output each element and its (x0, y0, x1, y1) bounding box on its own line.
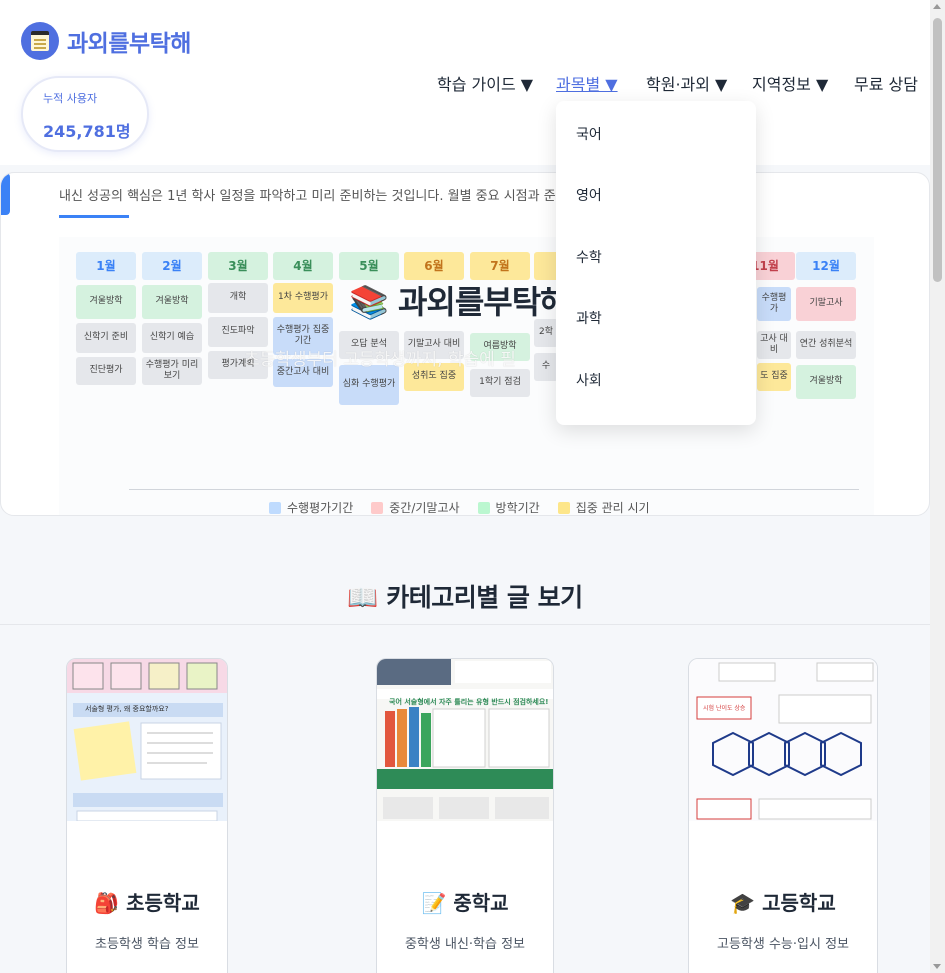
legend-swatch (477, 501, 490, 514)
section-title: 📖 카테고리별 글 보기 (347, 583, 583, 612)
legend-item: 방학기간 (477, 499, 540, 515)
calendar-cell: 신학기 예습 (142, 323, 202, 353)
card-description: 초등학생 학습 정보 (95, 937, 199, 952)
legend-label: 방학기간 (495, 501, 540, 515)
calendar-month: 12월 (796, 252, 856, 280)
hero-intro-text: 내신 성공의 핵심은 1년 학사 일정을 파악하고 미리 준비하는 것입니다. … (59, 189, 584, 204)
site-logo[interactable]: 과외를부탁해 (21, 22, 191, 60)
calendar-cell: 개학 (208, 283, 268, 313)
dropdown-item-science[interactable]: 과학 (576, 308, 602, 328)
legend-item: 집중 관리 시기 (557, 499, 650, 515)
calendar-cell: 겨울방학 (142, 285, 202, 319)
legend-label: 집중 관리 시기 (575, 501, 650, 515)
calendar-cell: 기말고사 (796, 287, 856, 321)
dropdown-item-korean[interactable]: 국어 (576, 124, 602, 144)
user-count-badge: 누적 사용자 245,781명 (21, 76, 149, 152)
calendar-cell: 수 (534, 353, 558, 381)
elementary-thumbnail-art (67, 659, 227, 821)
calendar-cell: 도 집중 (757, 363, 791, 391)
legend-swatch (269, 501, 281, 514)
calendar-cell: 1학기 점검 (470, 369, 530, 397)
scrollbar-thumb[interactable] (933, 18, 942, 282)
hero-accent-bar (1, 173, 10, 215)
nav-academy-tutoring[interactable]: 학원·과외 ▼ (646, 71, 727, 95)
page-scrollbar[interactable] (930, 0, 945, 973)
calendar-cell: 심화 수행평가 (339, 365, 399, 405)
calendar-cell: 고사 대비 (757, 331, 791, 359)
card-thumbnail: 국어 서술형에서 자주 틀리는 유형 반드시 점검하세요! (377, 659, 553, 821)
hero-banner: 내신 성공의 핵심은 1년 학사 일정을 파악하고 미리 준비하는 것입니다. … (0, 172, 930, 516)
nav-free-consult[interactable]: 무료 상담 (854, 71, 918, 95)
card-thumbnail: 시험 난이도 상승 (689, 659, 877, 821)
site-header: 과외를부탁해 누적 사용자 245,781명 학습 가이드 ▼ 과목별 ▼ 학원… (0, 0, 930, 165)
category-card-elementary[interactable]: 서술형 평가, 왜 중요할까요? 🎒 초등학교 초등학생 학습 정보 (66, 658, 228, 973)
card-thumbnail: 서술형 평가, 왜 중요할까요? (67, 659, 227, 821)
calendar-cell: 2학 (534, 319, 558, 347)
card-title: 🎓 고등학교 (730, 891, 836, 915)
calendar-month: 3월 (208, 252, 268, 280)
calendar-month: 5월 (339, 252, 399, 280)
calendar-cell: 신학기 준비 (76, 323, 136, 353)
dropdown-item-english[interactable]: 영어 (576, 185, 602, 205)
calendar-cell: 연간 성취분석 (796, 331, 856, 359)
calendar-cell: 진단평가 (76, 357, 136, 385)
calendar-cell: 겨울방학 (76, 285, 136, 319)
legend-item: 중간/기말고사 (371, 499, 460, 515)
thumbnail-heading: 국어 서술형에서 자주 틀리는 유형 반드시 점검하세요! (389, 698, 549, 706)
dropdown-item-social[interactable]: 사회 (576, 370, 602, 390)
calendar-month: 4월 (273, 252, 333, 280)
calendar-cell: 수행평가 (757, 287, 791, 321)
calendar-month: 1월 (76, 252, 136, 280)
calendar-legend: 수행평가기간 중간/기말고사 방학기간 집중 관리 시기 (269, 499, 650, 515)
legend-swatch (371, 501, 384, 514)
calendar-cell: 수행평가 미리 보기 (142, 357, 202, 385)
middle-thumbnail-art (377, 659, 553, 819)
calendar-cell: 진도파악 (208, 317, 268, 347)
logo-icon (21, 22, 59, 60)
nav-subjects[interactable]: 과목별 ▼ (556, 71, 618, 95)
nav-study-guide[interactable]: 학습 가이드 ▼ (437, 71, 533, 95)
calendar-cell: 1차 수행평가 (273, 283, 333, 313)
logo-text: 과외를부탁해 (67, 31, 191, 57)
hero-subtitle: 초등학생부터 고등학생까지, 학습에 필 (244, 350, 516, 370)
card-title: 📝 중학교 (421, 891, 509, 915)
calendar-cell: 겨울방학 (796, 365, 856, 399)
calendar-month: 2월 (142, 252, 202, 280)
thumbnail-heading: 시험 난이도 상승 (703, 705, 746, 712)
legend-divider (129, 489, 859, 490)
legend-item: 수행평가기간 (269, 499, 354, 515)
card-description: 중학생 내신·학습 정보 (404, 937, 526, 952)
thumbnail-heading: 서술형 평가, 왜 중요할까요? (85, 705, 169, 713)
subjects-dropdown-menu: 국어 영어 수학 과학 사회 (556, 101, 756, 425)
calendar-month: 7월 (470, 252, 530, 280)
user-count-label: 누적 사용자 (43, 92, 98, 105)
hero-underline (59, 215, 129, 218)
calendar-month: 6월 (404, 252, 464, 280)
scroll-up-arrow-icon[interactable] (933, 4, 941, 9)
legend-label: 중간/기말고사 (389, 501, 460, 515)
nav-region-info[interactable]: 지역정보 ▼ (752, 71, 828, 95)
category-card-middle[interactable]: 국어 서술형에서 자주 틀리는 유형 반드시 점검하세요! 📝 중학교 중학생 … (376, 658, 554, 973)
category-card-high[interactable]: 시험 난이도 상승 🎓 고등학교 고등학생 수능·입시 정보 (688, 658, 878, 973)
legend-swatch (557, 501, 570, 514)
section-divider (0, 624, 930, 625)
user-count-value: 245,781명 (43, 122, 131, 141)
high-thumbnail-art (696, 662, 874, 820)
legend-label: 수행평가기간 (287, 501, 354, 515)
hero-title: 📚 과외를부탁해 (349, 283, 570, 321)
card-description: 고등학생 수능·입시 정보 (717, 937, 849, 952)
card-title: 🎒 초등학교 (94, 891, 200, 915)
scroll-down-arrow-icon[interactable] (933, 964, 941, 969)
dropdown-item-math[interactable]: 수학 (576, 247, 602, 267)
